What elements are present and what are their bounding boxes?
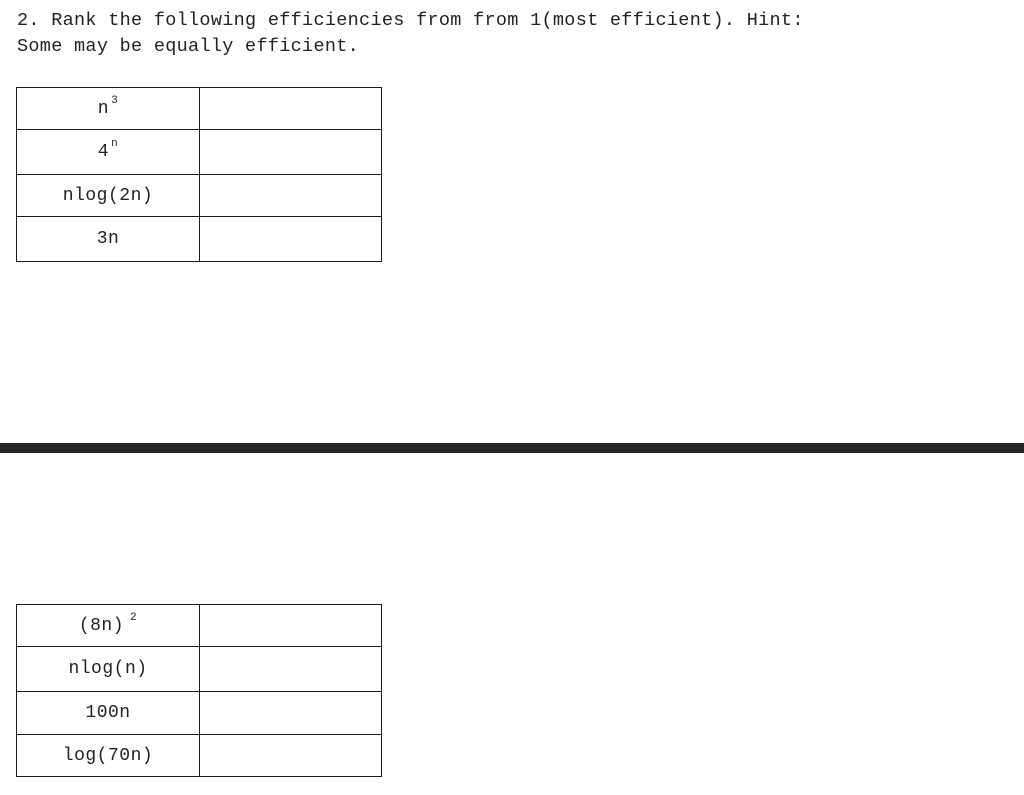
efficiency-table-bottom: (8n) 2 nlog(n) 100n log(70n) xyxy=(16,604,382,777)
section-divider xyxy=(0,443,1024,453)
rank-answer-cell[interactable] xyxy=(199,174,382,217)
table-row: n3 xyxy=(16,87,382,130)
expression-base: nlog(n) xyxy=(68,659,148,679)
expression-cell: n3 xyxy=(16,87,200,130)
expression-cell: 4n xyxy=(16,129,200,175)
rank-answer-cell[interactable] xyxy=(199,691,382,735)
expression-exponent: n xyxy=(111,138,119,150)
expression-cell: nlog(n) xyxy=(16,646,200,692)
expression-base: 4 xyxy=(97,142,110,162)
expression-base: 100n xyxy=(85,703,131,723)
rank-answer-cell[interactable] xyxy=(199,216,382,262)
table-row: (8n) 2 xyxy=(16,604,382,647)
expression-cell: 3n xyxy=(16,216,200,262)
rank-answer-cell[interactable] xyxy=(199,87,382,130)
expression-base: n xyxy=(97,98,110,119)
rank-answer-cell[interactable] xyxy=(199,646,382,692)
question-prompt: 2. Rank the following efficiencies from … xyxy=(17,8,1017,60)
expression-cell: 100n xyxy=(16,691,200,735)
expression-cell: nlog(2n) xyxy=(16,174,200,217)
question-line-2: Some may be equally efficient. xyxy=(17,36,360,57)
expression-base: (8n) xyxy=(78,615,125,636)
expression-exponent: 3 xyxy=(111,94,119,107)
table-row: 3n xyxy=(16,216,382,262)
table-row: nlog(n) xyxy=(16,646,382,692)
expression-cell: log(70n) xyxy=(16,734,200,777)
rank-answer-cell[interactable] xyxy=(199,604,382,647)
expression-base: nlog(2n) xyxy=(62,185,154,206)
table-row: 4n xyxy=(16,129,382,175)
table-row: 100n xyxy=(16,691,382,735)
rank-answer-cell[interactable] xyxy=(199,734,382,777)
table-row: log(70n) xyxy=(16,734,382,777)
question-line-1: 2. Rank the following efficiencies from … xyxy=(17,10,804,31)
rank-answer-cell[interactable] xyxy=(199,129,382,175)
table-row: nlog(2n) xyxy=(16,174,382,217)
expression-base: log(70n) xyxy=(62,745,154,766)
efficiency-table-top: n3 4n nlog(2n) 3n xyxy=(16,87,382,262)
expression-exponent: 2 xyxy=(130,611,138,624)
expression-base: 3n xyxy=(96,229,120,249)
expression-cell: (8n) 2 xyxy=(16,604,200,647)
